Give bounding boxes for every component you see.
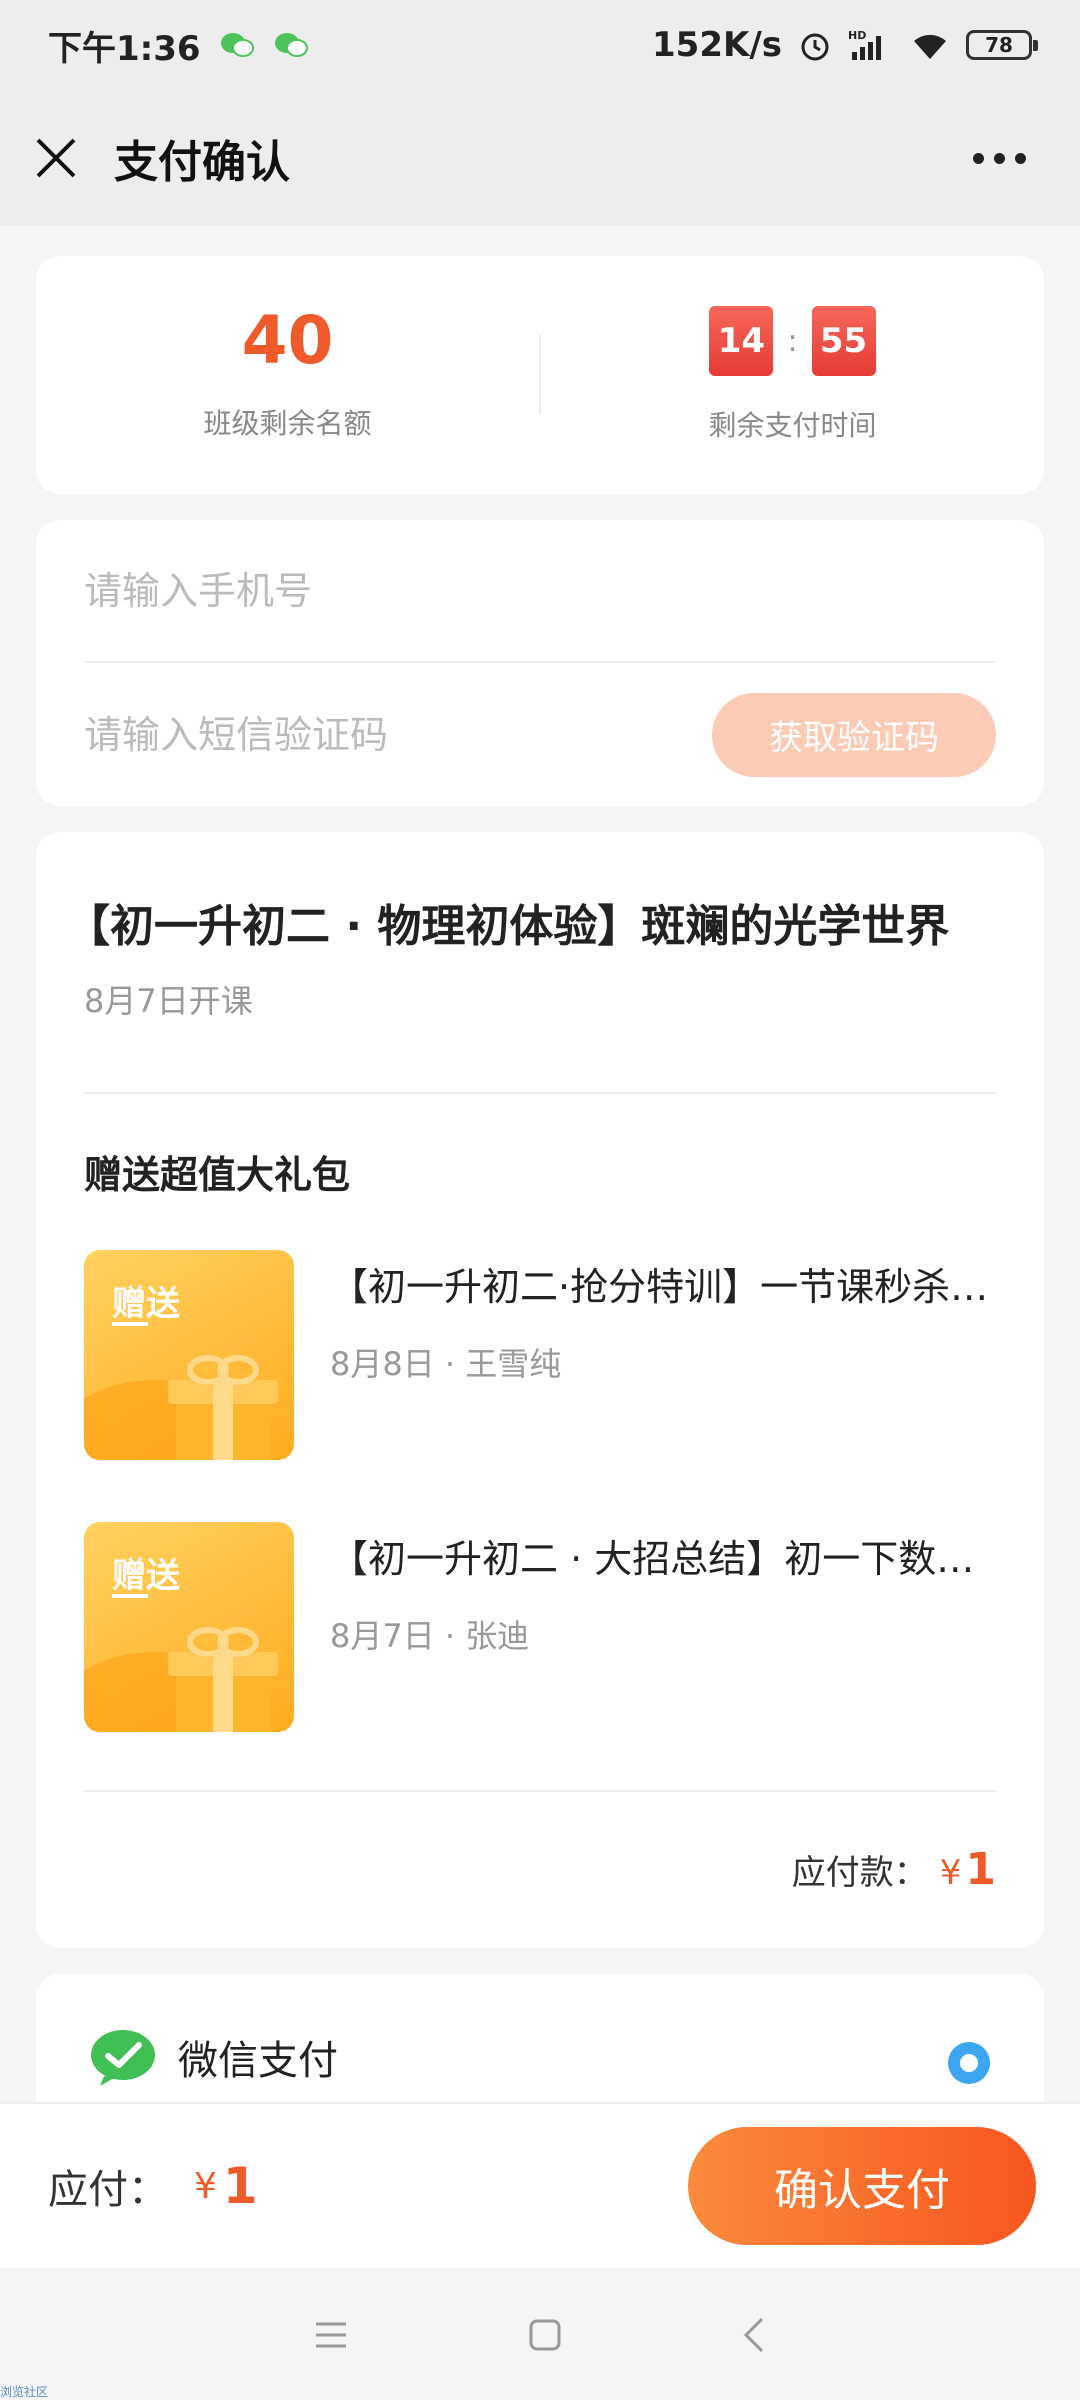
more-dots-icon[interactable]	[953, 133, 1046, 184]
payment-radio-selected[interactable]	[948, 2042, 990, 2084]
divider	[84, 1092, 996, 1094]
course-title: 【初一升初二 · 物理初体验】斑斓的光学世界	[66, 901, 950, 952]
gift-item[interactable]: 赠送 【初一升初二·抢分特训】一节课秒杀初一下数学压轴题 8月8日 · 王雪纯	[84, 1250, 996, 1460]
menu-icon[interactable]	[314, 2320, 348, 2350]
gift-name: 【初一升初二 · 大招总结】初一下数学几何模型	[330, 1537, 996, 1581]
seats-remaining: 40 班级剩余名额	[36, 308, 539, 442]
timer-seconds: 55	[811, 306, 876, 376]
stats-card: 40 班级剩余名额 14 : 55 剩余支付时间	[36, 256, 1044, 494]
seats-remaining-label: 班级剩余名额	[203, 407, 372, 440]
timer-label: 剩余支付时间	[708, 409, 877, 442]
watermark: 浏览社区	[0, 2385, 49, 2399]
home-icon[interactable]	[528, 2318, 562, 2352]
checkout-bar: 应付： ¥ 1 确认支付	[0, 2102, 1080, 2268]
gift-meta: 8月8日 · 王雪纯	[330, 1345, 562, 1383]
signal-icon: HD	[848, 29, 881, 60]
system-nav-bar	[0, 2270, 1080, 2400]
wechat-notification-icon	[220, 33, 254, 57]
close-icon[interactable]	[34, 136, 78, 180]
code-row: 获取验证码	[84, 663, 996, 806]
nav-bar: 支付确认	[0, 90, 1080, 226]
total-label: 应付：	[48, 2167, 168, 2213]
status-time: 下午1:36	[48, 28, 201, 69]
alarm-icon	[801, 33, 829, 61]
phone-row	[84, 520, 996, 663]
wechat-notification-icon	[274, 33, 308, 57]
page-title: 支付确认	[114, 137, 290, 188]
gift-thumbnail: 赠送	[84, 1250, 294, 1460]
phone-input[interactable]	[84, 568, 996, 613]
divider	[84, 1790, 996, 1792]
gift-box-icon	[168, 1355, 278, 1460]
timer-minutes: 14	[709, 306, 774, 376]
payment-timer: 14 : 55 剩余支付时间	[541, 306, 1044, 444]
verification-form: 获取验证码	[36, 520, 1044, 806]
battery-indicator: 78	[966, 30, 1038, 60]
gift-box-icon	[168, 1627, 278, 1732]
amount-currency: ¥	[939, 1853, 962, 1893]
amount-label: 应付款：	[791, 1853, 928, 1893]
gift-tag: 赠送	[112, 1556, 180, 1596]
course-start-date: 8月7日开课	[84, 982, 253, 1020]
course-card: 【初一升初二 · 物理初体验】斑斓的光学世界 8月7日开课 赠送超值大礼包 赠送…	[36, 832, 1044, 1948]
gift-heading: 赠送超值大礼包	[84, 1153, 351, 1197]
gift-meta: 8月7日 · 张迪	[330, 1617, 530, 1655]
amount-due: 应付款： ¥ 1	[792, 1844, 996, 1895]
network-speed: 152K/s	[652, 25, 782, 65]
seats-remaining-value: 40	[241, 302, 334, 379]
total-currency: ¥	[194, 2165, 217, 2207]
back-icon[interactable]	[742, 2316, 766, 2354]
status-bar: 下午1:36 152K/s HD 78	[0, 0, 1080, 90]
confirm-payment-button[interactable]: 确认支付	[688, 2127, 1036, 2245]
payment-method-label: 微信支付	[178, 2038, 338, 2084]
timer-separator: :	[787, 323, 798, 359]
amount-value: 1	[965, 1844, 996, 1895]
get-code-button[interactable]: 获取验证码	[712, 692, 996, 777]
gift-tag: 赠送	[112, 1284, 180, 1324]
gift-thumbnail: 赠送	[84, 1522, 294, 1732]
gift-name: 【初一升初二·抢分特训】一节课秒杀初一下数学压轴题	[330, 1265, 996, 1309]
gift-item[interactable]: 赠送 【初一升初二 · 大招总结】初一下数学几何模型 8月7日 · 张迪	[84, 1522, 996, 1732]
total-value: 1	[222, 2157, 258, 2215]
svg-text:HD: HD	[848, 29, 866, 42]
sms-code-input[interactable]	[84, 712, 712, 757]
wechat-pay-icon	[91, 2030, 155, 2086]
wifi-icon	[914, 34, 946, 59]
